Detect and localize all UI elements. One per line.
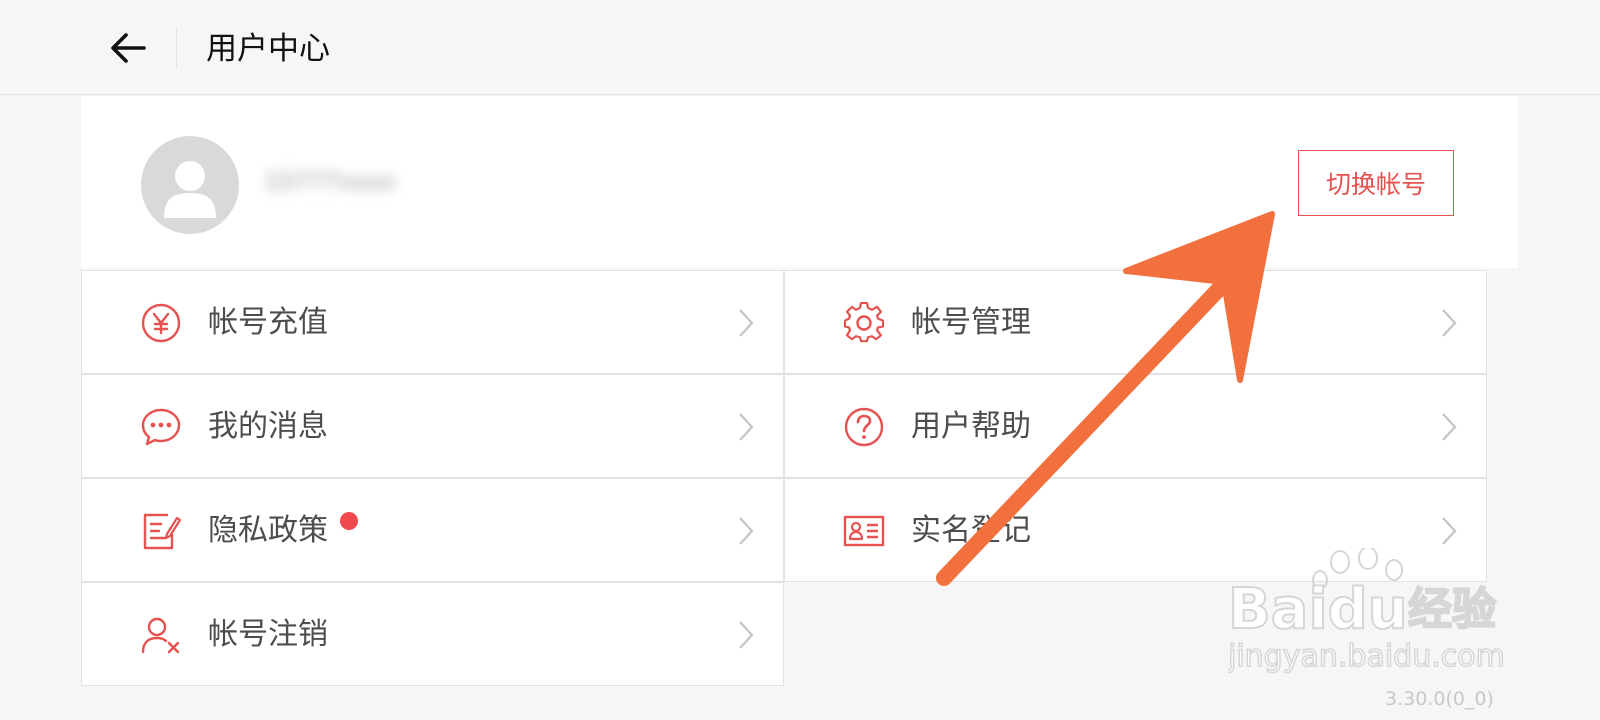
version-text: 3.30.0(0_0) bbox=[1385, 688, 1494, 710]
menu-item-messages[interactable]: 我的消息 bbox=[81, 374, 784, 478]
menu-item-account-management[interactable]: 帐号管理 bbox=[784, 270, 1487, 374]
yuan-coin-icon bbox=[141, 303, 181, 343]
document-edit-icon bbox=[143, 513, 182, 550]
menu-label: 实名登记 bbox=[911, 513, 1031, 548]
user-avatar-icon bbox=[141, 136, 239, 234]
arrow-left-icon[interactable] bbox=[108, 28, 148, 68]
page-title: 用户中心 bbox=[206, 31, 330, 67]
watermark-brand: Baidu bbox=[1228, 577, 1408, 642]
switch-account-button[interactable]: 切换帐号 bbox=[1298, 150, 1454, 216]
question-icon bbox=[844, 407, 884, 447]
menu-label: 帐号充值 bbox=[208, 305, 328, 340]
menu-label: 帐号注销 bbox=[208, 617, 328, 652]
menu-item-help[interactable]: 用户帮助 bbox=[784, 374, 1487, 478]
chevron-right-icon bbox=[739, 309, 754, 337]
notification-dot bbox=[340, 512, 358, 530]
profile-card: 15777xxxx 切换帐号 bbox=[81, 96, 1518, 268]
user-remove-icon bbox=[141, 617, 180, 654]
menu-item-recharge[interactable]: 帐号充值 bbox=[81, 270, 784, 374]
chat-bubble-icon bbox=[141, 408, 181, 446]
chevron-right-icon bbox=[739, 517, 754, 545]
chevron-right-icon bbox=[1442, 517, 1457, 545]
header-divider bbox=[176, 27, 177, 69]
chevron-right-icon bbox=[739, 621, 754, 649]
baidu-watermark: Baidu 经验 jingyan.baidu.com bbox=[1228, 548, 1506, 675]
watermark-url: jingyan.baidu.com bbox=[1228, 639, 1505, 674]
menu-label: 用户帮助 bbox=[911, 409, 1031, 444]
chevron-right-icon bbox=[1442, 413, 1457, 441]
menu-label: 隐私政策 bbox=[208, 513, 328, 548]
chevron-right-icon bbox=[739, 413, 754, 441]
menu-label: 我的消息 bbox=[208, 409, 328, 444]
menu-label: 帐号管理 bbox=[911, 305, 1031, 340]
menu-item-cancel-account[interactable]: 帐号注销 bbox=[81, 582, 784, 686]
gear-icon bbox=[843, 302, 885, 343]
username-text: 15777xxxx bbox=[265, 170, 397, 195]
chevron-right-icon bbox=[1442, 309, 1457, 337]
watermark-brand-cn: 经验 bbox=[1408, 584, 1496, 635]
menu-item-privacy[interactable]: 隐私政策 bbox=[81, 478, 784, 582]
top-bar: 用户中心 bbox=[0, 0, 1600, 95]
id-card-icon bbox=[843, 515, 885, 547]
